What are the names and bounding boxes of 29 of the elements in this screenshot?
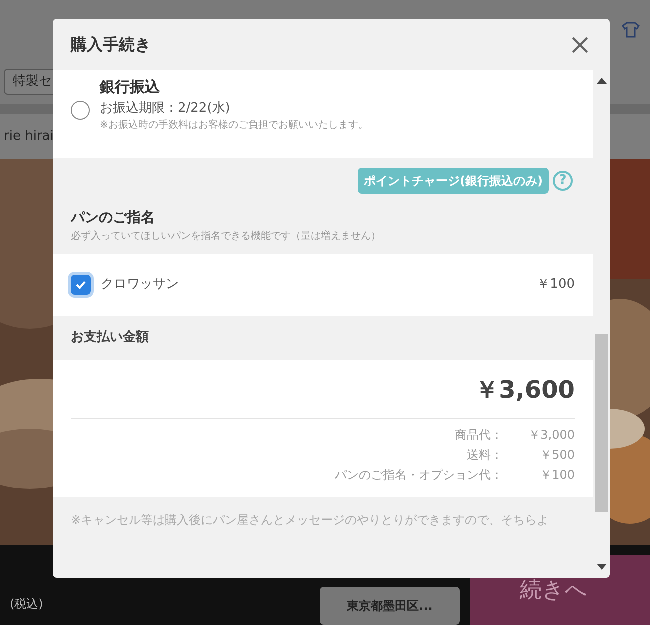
scroll-down-icon[interactable] [597, 564, 607, 570]
item-name: クロワッサン [101, 276, 180, 294]
shirt-icon[interactable] [622, 21, 640, 39]
radio-button[interactable] [71, 101, 90, 120]
total-amount: ￥3,600 [71, 372, 575, 419]
payment-option[interactable]: 銀行振込 お振込期限：2/22(水) ※お振込時の手数料はお客様のご負担でお願いいたします。 [53, 70, 593, 158]
option-label: 銀行振込 [100, 77, 161, 98]
scroll-thumb[interactable] [595, 334, 608, 512]
breakdown-label: 送料： [467, 447, 503, 464]
checkbox[interactable] [71, 275, 91, 295]
breakdown-label: 商品代： [455, 427, 503, 444]
breakdown-value: ￥3,000 [528, 427, 575, 444]
point-charge-button[interactable]: ポイントチャージ(銀行振込のみ) [358, 168, 549, 194]
section-title: お支払い金額 [70, 328, 150, 348]
modal-title: 購入手続き [71, 34, 151, 56]
area-button[interactable]: 東京都墨田区... [320, 587, 460, 625]
section-title: パンのご指名 [71, 209, 156, 228]
cancel-note: ※キャンセル等は購入後にパン屋さんとメッセージのやりとりができますので、そちらよ [70, 512, 550, 529]
breakdown-value: ￥500 [539, 447, 575, 464]
breakdown-value: ￥100 [539, 467, 575, 484]
item-price: ￥100 [537, 276, 575, 294]
fee-note: ※お振込時の手数料はお客様のご負担でお願いいたします。 [100, 118, 368, 133]
bread-option-row[interactable]: クロワッサン ￥100 [53, 254, 593, 316]
breakdown-label: パンのご指名・オプション代： [335, 467, 503, 484]
check-icon [76, 281, 86, 289]
section-description: 必ず入っていてほしいパンを指名できる機能です（量は増えません） [71, 230, 382, 244]
scroll-up-icon[interactable] [597, 78, 607, 84]
close-button[interactable]: × [568, 30, 592, 58]
tax-note: (税込) [10, 596, 44, 613]
